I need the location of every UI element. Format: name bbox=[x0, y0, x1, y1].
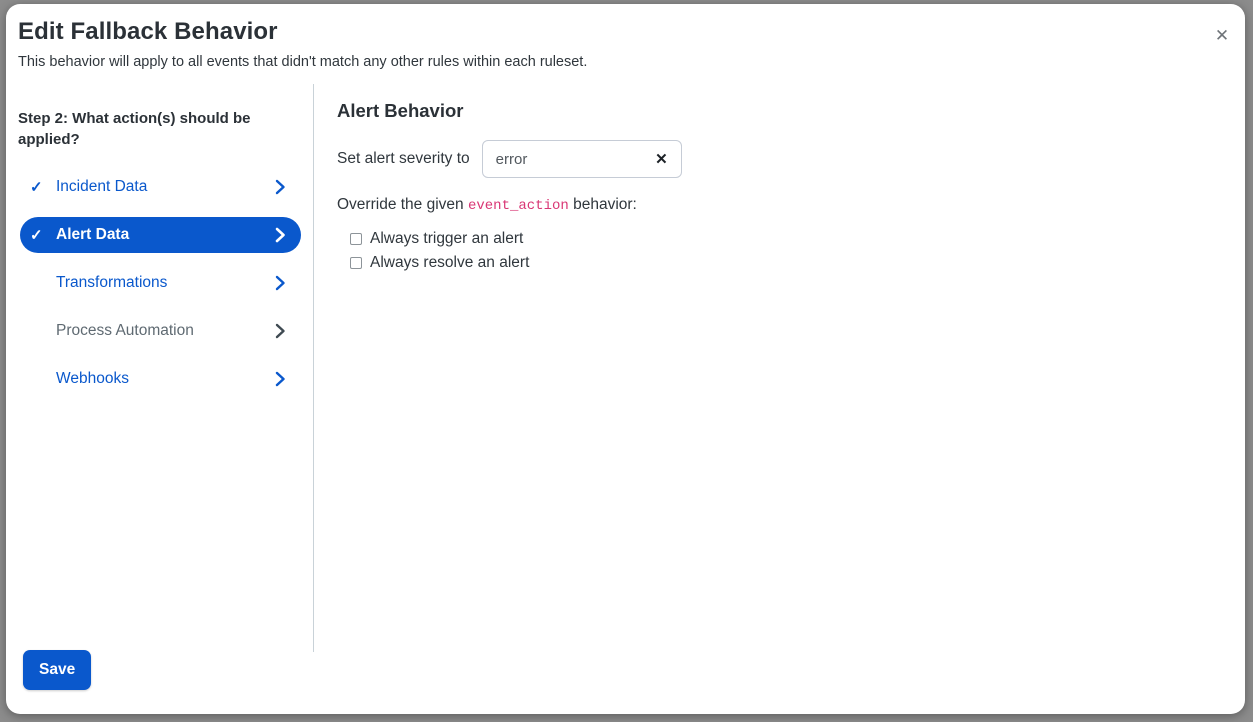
clear-icon[interactable]: ✕ bbox=[654, 150, 669, 169]
override-text-after: behavior: bbox=[568, 196, 637, 213]
content-panel: Alert Behavior Set alert severity to err… bbox=[314, 84, 1245, 714]
alert-severity-value: error bbox=[495, 150, 528, 168]
alert-severity-select[interactable]: error ✕ bbox=[481, 140, 682, 178]
checkbox-always-resolve[interactable]: Always resolve an alert bbox=[350, 251, 529, 275]
sidebar-nav-list: ✓ Incident Data ✓ Alert Data ✓ Transform… bbox=[20, 169, 301, 409]
dialog-header: Edit Fallback Behavior This behavior wil… bbox=[6, 4, 1245, 84]
dialog-subtitle: This behavior will apply to all events t… bbox=[18, 54, 588, 70]
check-icon: ✓ bbox=[30, 178, 43, 196]
sidebar-item-label: Webhooks bbox=[56, 370, 129, 387]
save-button[interactable]: Save bbox=[23, 650, 92, 690]
checkbox-label: Always resolve an alert bbox=[370, 254, 530, 271]
severity-row: Set alert severity to error ✕ bbox=[337, 140, 682, 178]
sidebar: Step 2: What action(s) should be applied… bbox=[6, 84, 313, 714]
sidebar-item-process-automation[interactable]: ✓ Process Automation bbox=[20, 313, 301, 349]
sidebar-item-label: Process Automation bbox=[56, 322, 194, 339]
dialog-body: Step 2: What action(s) should be applied… bbox=[6, 84, 1245, 714]
chevron-right-icon bbox=[274, 275, 287, 291]
event-action-code: event_action bbox=[467, 198, 569, 214]
sidebar-item-label: Transformations bbox=[56, 274, 168, 291]
chevron-right-icon bbox=[274, 323, 287, 339]
checkbox-box[interactable] bbox=[350, 233, 362, 245]
checkbox-label: Always trigger an alert bbox=[370, 230, 524, 247]
override-label: Override the given event_action behavior… bbox=[337, 196, 637, 214]
sidebar-item-transformations[interactable]: ✓ Transformations bbox=[20, 265, 301, 301]
dialog-footer: Save bbox=[6, 632, 1245, 714]
checkbox-box[interactable] bbox=[350, 257, 362, 269]
sidebar-item-alert-data[interactable]: ✓ Alert Data bbox=[20, 217, 301, 253]
chevron-right-icon bbox=[274, 179, 287, 195]
chevron-right-icon bbox=[274, 227, 287, 243]
check-icon: ✓ bbox=[30, 226, 43, 244]
page-title: Edit Fallback Behavior bbox=[18, 18, 278, 45]
sidebar-item-incident-data[interactable]: ✓ Incident Data bbox=[20, 169, 301, 205]
sidebar-item-label: Alert Data bbox=[56, 226, 130, 243]
override-text-before: Override the given bbox=[337, 196, 468, 213]
override-options: Always trigger an alert Always resolve a… bbox=[350, 227, 529, 275]
section-title: Alert Behavior bbox=[337, 100, 464, 121]
sidebar-item-label: Incident Data bbox=[56, 178, 148, 195]
edit-fallback-behavior-dialog: Edit Fallback Behavior This behavior wil… bbox=[6, 4, 1245, 714]
chevron-right-icon bbox=[274, 371, 287, 387]
severity-label: Set alert severity to bbox=[337, 150, 470, 167]
sidebar-item-webhooks[interactable]: ✓ Webhooks bbox=[20, 361, 301, 397]
close-icon[interactable]: ✕ bbox=[1207, 20, 1237, 50]
step-question: Step 2: What action(s) should be applied… bbox=[18, 110, 251, 148]
checkbox-always-trigger[interactable]: Always trigger an alert bbox=[350, 227, 529, 251]
